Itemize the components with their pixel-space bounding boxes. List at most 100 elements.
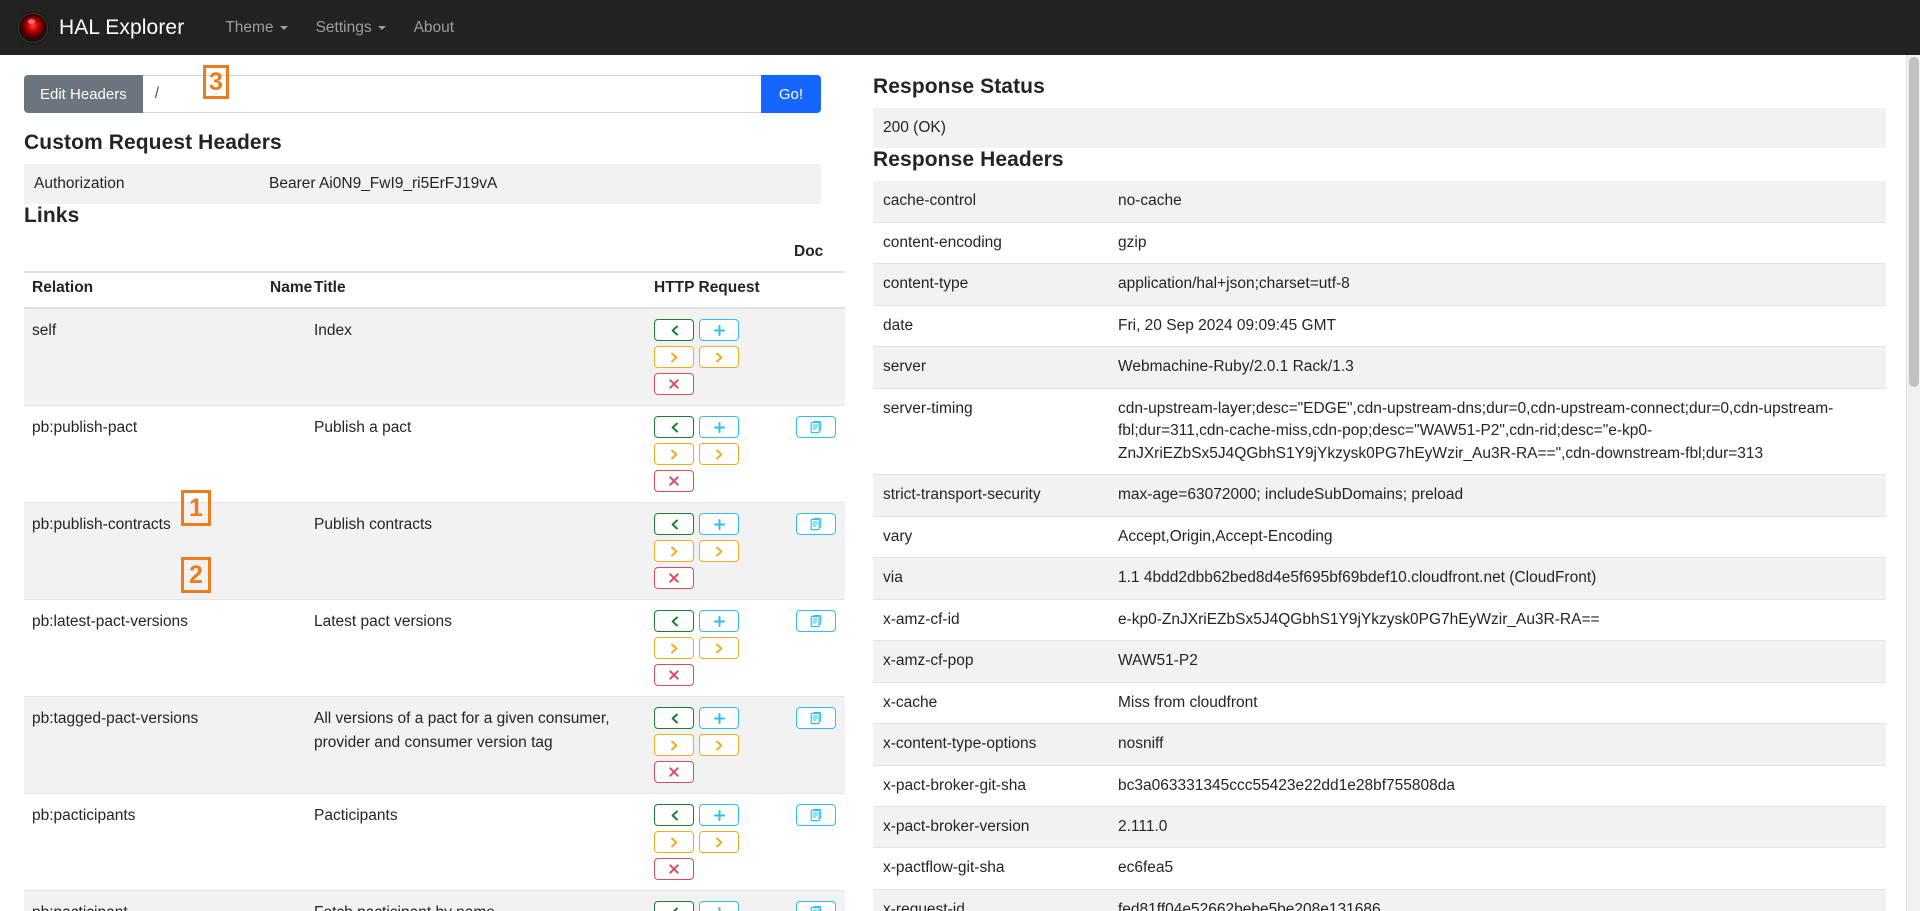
response-header-value: 1.1 4bdd2dbb62bed8d4e5f695bf69bdef10.clo… <box>1108 558 1886 599</box>
link-relation[interactable]: pb:tagged-pact-versions <box>24 697 262 794</box>
annotation-marker-2: 2 <box>181 557 211 593</box>
nav-item-theme-label: Theme <box>225 19 273 37</box>
http-post-button[interactable] <box>699 804 739 826</box>
response-status-table: 200 (OK) <box>873 108 1886 148</box>
nav-item-about[interactable]: About <box>401 11 468 45</box>
http-patch-button[interactable] <box>699 540 739 562</box>
http-patch-button[interactable] <box>699 346 739 368</box>
link-relation[interactable]: pb:publish-contracts <box>24 503 262 600</box>
response-header-key: content-type <box>873 264 1108 305</box>
table-row: server-timingcdn-upstream-layer;desc="ED… <box>873 388 1886 474</box>
http-patch-button[interactable] <box>699 831 739 853</box>
http-get-button[interactable] <box>654 707 694 729</box>
http-post-button[interactable] <box>699 707 739 729</box>
link-doc-cell <box>786 503 845 600</box>
response-header-key: vary <box>873 516 1108 557</box>
response-header-key: server-timing <box>873 388 1108 474</box>
response-header-value: nosniff <box>1108 724 1886 765</box>
response-header-value: 2.111.0 <box>1108 806 1886 847</box>
table-row: varyAccept,Origin,Accept-Encoding <box>873 516 1886 557</box>
http-post-button[interactable] <box>699 319 739 341</box>
table-row: via1.1 4bdd2dbb62bed8d4e5f695bf69bdef10.… <box>873 558 1886 599</box>
documentation-book-icon-button[interactable] <box>796 804 836 826</box>
table-row: pb:pacticipantsPacticipants <box>24 794 845 891</box>
http-patch-button[interactable] <box>699 637 739 659</box>
response-header-value: bc3a063331345ccc55423e22dd1e28bf755808da <box>1108 765 1886 806</box>
response-header-key: x-pact-broker-version <box>873 806 1108 847</box>
http-put-button[interactable] <box>654 540 694 562</box>
page-scrollbar[interactable] <box>1906 55 1920 911</box>
link-http-buttons <box>646 600 786 697</box>
link-relation[interactable]: pb:pacticipant <box>24 891 262 911</box>
nav-item-about-label: About <box>414 19 455 37</box>
http-post-button[interactable] <box>699 513 739 535</box>
http-put-button[interactable] <box>654 443 694 465</box>
http-post-button[interactable] <box>699 610 739 632</box>
response-header-key: x-pactflow-git-sha <box>873 848 1108 889</box>
top-navbar: HAL Explorer Theme Settings About <box>0 0 1920 55</box>
documentation-book-icon-button[interactable] <box>796 707 836 729</box>
custom-request-headers-title: Custom Request Headers <box>24 131 821 155</box>
link-title: Publish contracts <box>306 503 646 600</box>
http-patch-button[interactable] <box>699 734 739 756</box>
documentation-book-icon-button[interactable] <box>796 901 836 911</box>
response-status-title: Response Status <box>873 75 1886 99</box>
links-col-doc: Doc <box>786 237 845 272</box>
link-relation[interactable]: pb:latest-pact-versions <box>24 600 262 697</box>
nav-item-settings[interactable]: Settings <box>303 11 399 45</box>
link-doc-cell <box>786 794 845 891</box>
documentation-book-icon-button[interactable] <box>796 513 836 535</box>
http-get-button[interactable] <box>654 416 694 438</box>
chevron-down-icon <box>378 26 386 30</box>
http-put-button[interactable] <box>654 831 694 853</box>
http-delete-button[interactable] <box>654 761 694 783</box>
link-http-buttons <box>646 308 786 406</box>
link-name <box>262 308 306 406</box>
http-post-button[interactable] <box>699 901 739 911</box>
link-relation[interactable]: self <box>24 308 262 406</box>
link-relation[interactable]: pb:publish-pact <box>24 406 262 503</box>
http-delete-button[interactable] <box>654 567 694 589</box>
response-header-key: x-pact-broker-git-sha <box>873 765 1108 806</box>
table-row: cache-controlno-cache <box>873 181 1886 222</box>
documentation-book-icon-button[interactable] <box>796 416 836 438</box>
http-get-button[interactable] <box>654 319 694 341</box>
http-post-button[interactable] <box>699 416 739 438</box>
http-get-button[interactable] <box>654 513 694 535</box>
table-row: x-amz-cf-popWAW51-P2 <box>873 641 1886 682</box>
http-get-button[interactable] <box>654 804 694 826</box>
brand[interactable]: HAL Explorer <box>18 13 184 43</box>
go-button[interactable]: Go! <box>761 75 821 113</box>
edit-headers-button[interactable]: Edit Headers <box>24 75 143 113</box>
http-put-button[interactable] <box>654 734 694 756</box>
link-title: Publish a pact <box>306 406 646 503</box>
http-delete-button[interactable] <box>654 373 694 395</box>
link-title: Index <box>306 308 646 406</box>
http-delete-button[interactable] <box>654 664 694 686</box>
links-table: Doc Relation Name Title HTTP Request sel… <box>24 237 845 911</box>
table-row: pb:tagged-pact-versionsAll versions of a… <box>24 697 845 794</box>
page-scrollbar-thumb[interactable] <box>1909 57 1919 387</box>
http-put-button[interactable] <box>654 637 694 659</box>
response-header-value: no-cache <box>1108 181 1886 222</box>
url-input[interactable] <box>143 75 761 113</box>
link-relation[interactable]: pb:pacticipants <box>24 794 262 891</box>
http-delete-button[interactable] <box>654 470 694 492</box>
response-headers-table: cache-controlno-cachecontent-encodinggzi… <box>873 181 1886 911</box>
links-title: Links <box>24 204 821 228</box>
link-doc-cell <box>786 600 845 697</box>
documentation-book-icon-button[interactable] <box>796 610 836 632</box>
http-put-button[interactable] <box>654 346 694 368</box>
link-name <box>262 503 306 600</box>
links-col-name: Name <box>262 272 306 308</box>
http-delete-button[interactable] <box>654 858 694 880</box>
table-row: serverWebmachine-Ruby/2.0.1 Rack/1.3 <box>873 347 1886 388</box>
link-name <box>262 891 306 911</box>
http-get-button[interactable] <box>654 610 694 632</box>
http-get-button[interactable] <box>654 901 694 911</box>
right-pane: Response Status 200 (OK) Response Header… <box>845 55 1920 911</box>
http-patch-button[interactable] <box>699 443 739 465</box>
table-row: x-pactflow-git-shaec6fea5 <box>873 848 1886 889</box>
table-row: x-pact-broker-version2.111.0 <box>873 806 1886 847</box>
nav-item-theme[interactable]: Theme <box>212 11 300 45</box>
